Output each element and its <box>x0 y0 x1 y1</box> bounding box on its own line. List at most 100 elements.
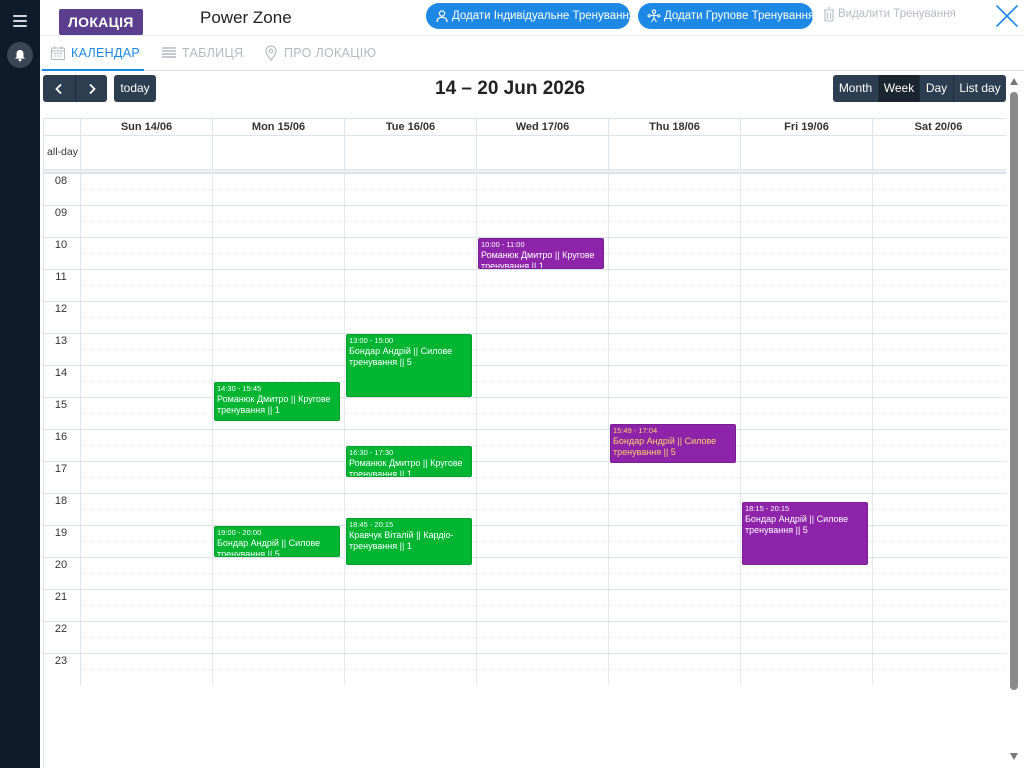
hour-line <box>44 365 1006 366</box>
half-hour-line <box>80 445 1006 446</box>
today-button[interactable]: today <box>114 75 156 102</box>
calendar-event[interactable]: 19:00 - 20:00 Бондар Андрій || Силове тре… <box>214 526 340 557</box>
bell-icon <box>15 49 25 61</box>
hour-line <box>44 173 1006 174</box>
calendar-event[interactable]: 14:30 - 15:45 Романюк Дмитро || Кругове т… <box>214 382 340 421</box>
table-icon <box>162 47 176 58</box>
map-pin-icon <box>265 45 277 61</box>
calendar-event[interactable]: 15:49 - 17:04 Бондар Андрій || Силове тре… <box>610 424 736 464</box>
time-label: 16 <box>54 431 68 443</box>
app-root: ЛОКАЦІЯ Power Zone Додати Індивідуальне … <box>0 0 1024 768</box>
time-label: 10 <box>54 239 68 251</box>
event-title: Романюк Дмитро || Кругове тренування || … <box>217 394 331 415</box>
day-header-row: Sun 14/06 Mon 15/06 Tue 16/06 Wed 17/06 Thu … <box>44 119 1006 136</box>
event-title: Бондар Андрій || Силове тренування || 5 <box>217 538 321 557</box>
all-day-cell[interactable] <box>344 136 476 170</box>
event-time: 18:15 - 20:15 <box>745 504 790 513</box>
hour-line <box>44 301 1006 302</box>
day-header: Fri 19/06 <box>740 119 872 136</box>
half-hour-line <box>80 573 1006 574</box>
view-switcher: Month Week Day List day <box>833 75 1006 102</box>
event-title: Романюк Дмитро || Кругове тренування || … <box>481 250 595 269</box>
time-label: 19 <box>54 527 68 539</box>
event-time: 18:45 - 20:15 <box>349 520 394 529</box>
day-header: Sun 14/06 <box>80 119 212 136</box>
close-icon <box>996 5 1018 27</box>
time-label: 14 <box>54 367 68 379</box>
calendar-event[interactable]: 18:15 - 20:15 Бондар Андрій || Силове тре… <box>742 502 868 565</box>
close-button[interactable] <box>994 3 1020 29</box>
calendar-scrollbar[interactable] <box>1008 78 1020 768</box>
time-grid[interactable]: 08 09 10 11 12 13 14 15 16 17 18 19 20 21 22 23 10:00 - … <box>44 173 1006 685</box>
calendar-event[interactable]: 16:30 - 17:30 Романюк Дмитро || Кругове т… <box>346 446 472 477</box>
time-label: 20 <box>54 559 68 571</box>
hour-line <box>44 493 1006 494</box>
calendar-event[interactable]: 13:00 - 15:00 Бондар Андрій || Силове тре… <box>346 334 472 397</box>
scroll-up-arrow-icon[interactable] <box>1010 78 1018 85</box>
all-day-cell[interactable] <box>80 136 212 170</box>
all-day-cell[interactable] <box>212 136 344 170</box>
calendar-icon <box>50 46 66 61</box>
tab-table[interactable]: ТАБЛИЦЯ <box>161 46 243 68</box>
trash-icon <box>824 7 834 22</box>
all-day-cell[interactable] <box>872 136 1004 170</box>
hour-line <box>44 461 1006 462</box>
all-day-cell[interactable] <box>476 136 608 170</box>
event-time: 19:00 - 20:00 <box>217 528 262 537</box>
tab-bar: КАЛЕНДАР ТАБЛИЦЯ ПРО ЛОКАЦІЮ <box>40 38 1024 71</box>
day-header: Thu 18/06 <box>608 119 740 136</box>
half-hour-line <box>80 637 1006 638</box>
half-hour-line <box>80 349 1006 350</box>
location-badge[interactable]: ЛОКАЦІЯ <box>59 9 143 35</box>
event-title: Бондар Андрій || Силове тренування || 5 <box>745 514 849 535</box>
event-title: Романюк Дмитро || Кругове тренування || … <box>349 458 463 477</box>
add-individual-training-label: Додати Індивідуальне Тренування <box>452 10 636 22</box>
time-label: 08 <box>54 175 68 187</box>
time-label: 21 <box>54 591 68 603</box>
scroll-down-arrow-icon[interactable] <box>1010 753 1018 760</box>
chevron-left-icon <box>55 83 62 94</box>
tab-table-label: ТАБЛИЦЯ <box>182 46 244 60</box>
top-header: ЛОКАЦІЯ Power Zone Додати Індивідуальне … <box>40 0 1024 36</box>
view-week-button[interactable]: Week <box>879 75 920 102</box>
half-hour-line <box>80 317 1006 318</box>
day-header: Sat 20/06 <box>872 119 1004 136</box>
view-day-button[interactable]: Day <box>920 75 954 102</box>
tab-about-location[interactable]: ПРО ЛОКАЦІЮ <box>263 45 376 68</box>
event-time: 15:49 - 17:04 <box>613 426 658 436</box>
time-label: 13 <box>54 335 68 347</box>
hour-line <box>44 653 1006 654</box>
calendar-event[interactable]: 10:00 - 11:00 Романюк Дмитро || Кругове т… <box>478 238 604 269</box>
scroll-thumb[interactable] <box>1010 92 1018 690</box>
half-hour-line <box>80 669 1006 670</box>
time-label: 18 <box>54 495 68 507</box>
day-header: Mon 15/06 <box>212 119 344 136</box>
half-hour-line <box>80 605 1006 606</box>
event-title: Бондар Андрій || Силове тренування || 5 <box>613 436 717 458</box>
all-day-cell[interactable] <box>740 136 872 170</box>
prev-week-button[interactable] <box>43 75 75 102</box>
next-week-button[interactable] <box>75 75 107 102</box>
time-label: 23 <box>54 655 68 667</box>
time-label: 17 <box>54 463 68 475</box>
time-label: 11 <box>55 271 67 283</box>
calendar-event[interactable]: 18:45 - 20:15 Кравчук Віталій || Кардіо-т… <box>346 518 472 565</box>
half-hour-line <box>80 477 1006 478</box>
half-hour-line <box>80 189 1006 190</box>
add-group-training-label: Додати Групове Тренування <box>664 10 815 22</box>
hour-line <box>44 333 1006 334</box>
menu-icon[interactable] <box>10 12 30 32</box>
all-day-label: all-day <box>47 146 78 158</box>
view-month-button[interactable]: Month <box>833 75 879 102</box>
day-header: Wed 17/06 <box>476 119 608 136</box>
delete-training-button[interactable]: Видалити Тренування <box>823 7 956 22</box>
group-icon <box>647 9 661 23</box>
side-rail <box>0 0 40 768</box>
tab-calendar-label: КАЛЕНДАР <box>71 46 141 60</box>
tab-calendar[interactable]: КАЛЕНДАР <box>41 46 145 71</box>
notifications-button[interactable] <box>7 42 33 68</box>
add-group-training-button[interactable]: Додати Групове Тренування <box>638 3 815 29</box>
view-list-day-button[interactable]: List day <box>954 75 1006 102</box>
all-day-cell[interactable] <box>608 136 740 170</box>
add-individual-training-button[interactable]: Додати Індивідуальне Тренування <box>426 3 635 29</box>
